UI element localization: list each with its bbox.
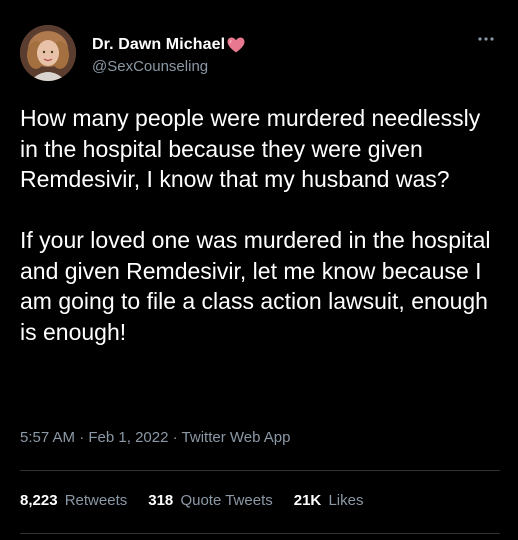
author-header: Dr. Dawn Michael @SexCounseling (92, 34, 246, 75)
likes-stat[interactable]: 21K Likes (294, 492, 364, 509)
tweet-card: Dr. Dawn Michael @SexCounseling How many… (0, 0, 518, 540)
retweets-count: 8,223 (20, 492, 58, 509)
tweet-date[interactable]: Feb 1, 2022 (88, 429, 168, 446)
avatar-image (20, 25, 76, 81)
tweet-source[interactable]: Twitter Web App (182, 429, 291, 446)
tweet-time[interactable]: 5:57 AM (20, 429, 75, 446)
heart-icon (226, 36, 246, 54)
quote-tweets-label: Quote Tweets (180, 492, 273, 509)
avatar[interactable] (20, 25, 76, 81)
meta-separator: · (172, 429, 182, 446)
divider (20, 470, 500, 471)
retweets-label: Retweets (64, 492, 128, 509)
engagement-stats: 8,223 Retweets 318 Quote Tweets 21K Like… (20, 492, 384, 509)
likes-count: 21K (293, 492, 322, 509)
more-options-icon[interactable] (476, 32, 496, 44)
likes-label: Likes (328, 492, 364, 509)
tweet-text: How many people were murdered needlessly… (20, 105, 491, 345)
author-display-name[interactable]: Dr. Dawn Michael (92, 36, 225, 54)
quote-tweets-stat[interactable]: 318 Quote Tweets (148, 492, 272, 509)
divider (20, 533, 500, 534)
name-row: Dr. Dawn Michael (92, 34, 246, 56)
meta-separator: · (79, 429, 89, 446)
quote-tweets-count: 318 (148, 492, 174, 509)
tweet-metadata: 5:57 AM · Feb 1, 2022 · Twitter Web App (20, 429, 290, 446)
retweets-stat[interactable]: 8,223 Retweets (20, 492, 127, 509)
author-handle[interactable]: @SexCounseling (92, 58, 246, 75)
